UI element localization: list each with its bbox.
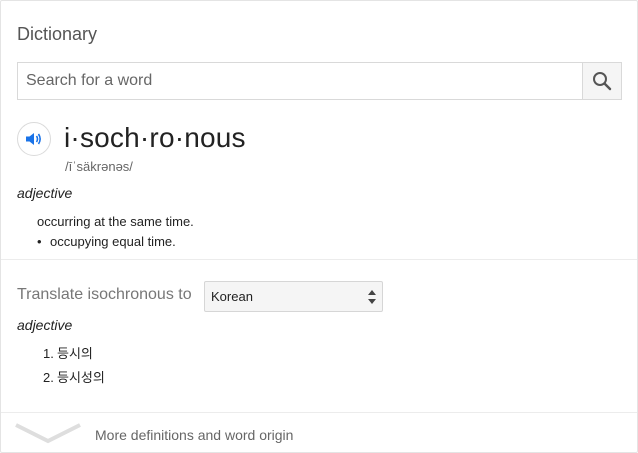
pronunciation-button[interactable] [17,122,51,156]
dictionary-title: Dictionary [17,24,98,44]
more-definitions-link[interactable]: More definitions and word origin [95,427,293,443]
language-select[interactable]: Korean [204,281,383,312]
search-input[interactable] [17,62,582,100]
divider [1,412,637,413]
speaker-icon [26,133,41,145]
chevron-down-icon[interactable] [15,422,81,444]
part-of-speech: adjective [17,185,73,201]
translation-item: 1. 등시의 [43,346,93,361]
translate-label: Translate isochronous to [17,286,192,303]
definition-2: • occupying equal time. [37,234,176,249]
divider [1,259,637,260]
phonetic-spelling: /īˈsäkrənəs/ [65,159,133,174]
definition-2-text: occupying equal time. [50,234,176,249]
search-icon [593,72,612,91]
translation-item: 2. 등시성의 [43,370,105,385]
select-arrows-icon [368,290,376,304]
dictionary-card: Dictionary i·soch·ro·nous /īˈsäkrənəs/ a… [0,0,638,453]
bullet-icon: • [37,234,42,249]
definition-1: occurring at the same time. [37,214,194,229]
headword: i·soch·ro·nous [64,122,246,153]
search-button[interactable] [582,62,622,100]
search-bar [17,62,622,100]
translation-part-of-speech: adjective [17,317,73,333]
language-select-value: Korean [211,289,253,304]
